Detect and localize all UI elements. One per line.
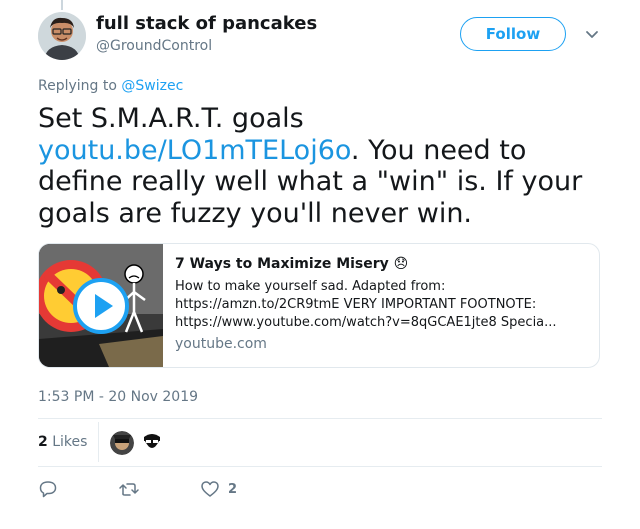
follow-button[interactable]: Follow <box>460 17 566 51</box>
replying-to-prefix: Replying to <box>38 78 122 94</box>
card-domain: youtube.com <box>175 336 267 352</box>
divider <box>38 418 602 419</box>
liker-avatar[interactable] <box>110 431 134 455</box>
card-body[interactable]: 7 Ways to Maximize Misery 😞 How to make … <box>175 256 587 352</box>
like-count: 2 <box>228 481 238 497</box>
reply-icon <box>39 481 57 498</box>
likes-label: Likes <box>52 434 88 450</box>
link-card[interactable]: 7 Ways to Maximize Misery 😞 How to make … <box>38 243 600 368</box>
author-avatar[interactable] <box>38 12 86 60</box>
tweet-text: Set S.M.A.R.T. goals youtu.be/LO1mTELoj6… <box>38 103 618 229</box>
likes-separator <box>98 422 99 462</box>
reply-button[interactable] <box>38 478 58 500</box>
liker-avatar[interactable] <box>140 431 164 455</box>
card-title: 7 Ways to Maximize Misery 😞 <box>175 256 409 272</box>
tweet-link[interactable]: youtu.be/LO1mTELoj6o <box>38 135 351 166</box>
like-button[interactable]: 2 <box>200 478 237 500</box>
author-name[interactable]: full stack of pancakes <box>96 13 317 34</box>
tweet-timestamp[interactable]: 1:53 PM - 20 Nov 2019 <box>38 389 198 405</box>
tweet-text-before: Set S.M.A.R.T. goals <box>38 103 304 134</box>
card-description: How to make yourself sad. Adapted from: … <box>175 278 587 332</box>
likes-count: 2 <box>38 434 48 450</box>
card-thumbnail[interactable] <box>39 244 163 367</box>
play-icon[interactable] <box>73 278 129 334</box>
chevron-down-icon[interactable] <box>582 24 602 44</box>
card-description-line: How to make yourself sad. Adapted from: <box>175 279 446 294</box>
card-description-line: https://amzn.to/2CR9tmE VERY IMPORTANT F… <box>175 297 537 312</box>
replying-to: Replying to @Swizec <box>38 78 183 94</box>
like-icon <box>201 481 219 497</box>
thread-connector <box>61 0 63 10</box>
card-description-line: https://www.youtube.com/watch?v=8qGCAE1j… <box>175 315 557 330</box>
divider <box>38 466 602 467</box>
author-handle[interactable]: @GroundControl <box>96 38 212 54</box>
retweet-icon <box>119 483 139 496</box>
retweet-button[interactable] <box>118 478 140 500</box>
tweet-header: full stack of pancakes @GroundControl Fo… <box>38 12 616 62</box>
likes-summary[interactable]: 2 Likes <box>38 434 87 450</box>
replying-to-link[interactable]: @Swizec <box>121 78 183 94</box>
